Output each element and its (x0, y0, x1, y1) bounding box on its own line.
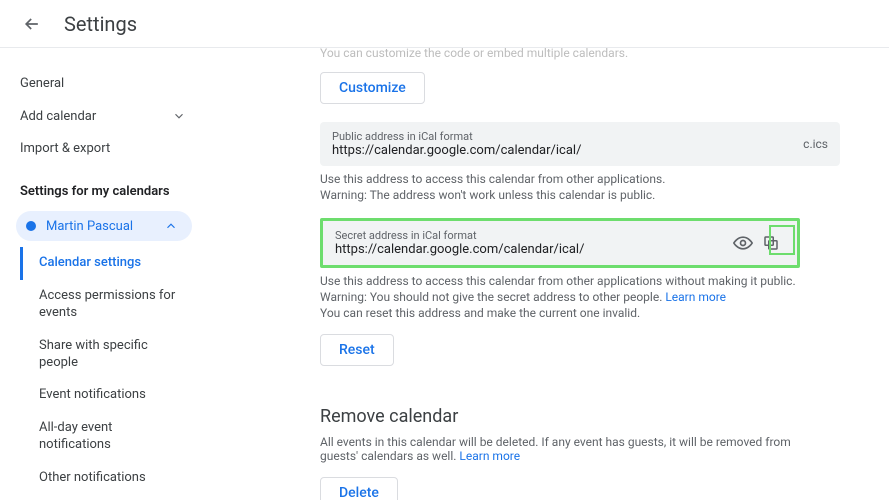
calendar-color-dot (26, 221, 36, 231)
sidebar-section-title: Settings for my calendars (16, 164, 192, 207)
secret-ical-help3: You can reset this address and make the … (320, 306, 800, 320)
secret-ical-highlight: Secret address in iCal format https://ca… (320, 218, 800, 268)
chevron-down-icon (170, 107, 188, 125)
sublink-event-notifications[interactable]: Event notifications (20, 379, 192, 412)
learn-more-link-remove[interactable]: Learn more (459, 449, 520, 463)
secret-ical-label: Secret address in iCal format (335, 229, 729, 242)
public-ical-help1: Use this address to access this calendar… (320, 172, 800, 186)
remove-calendar-help: All events in this calendar will be dele… (320, 435, 800, 463)
copy-icon[interactable] (757, 229, 785, 257)
secret-ical-help2: Warning: You should not give the secret … (320, 290, 800, 304)
customize-button[interactable]: Customize (320, 72, 425, 104)
public-ical-label: Public address in iCal format (332, 130, 795, 143)
sidebar-sublinks: Calendar settings Access permissions for… (20, 247, 192, 500)
secret-ical-field: Secret address in iCal format https://ca… (323, 221, 797, 265)
sidebar-item-label: Import & export (20, 141, 110, 156)
secret-ical-help1: Use this address to access this calendar… (320, 274, 800, 288)
back-arrow-icon[interactable] (20, 12, 44, 36)
secret-ical-value: https://calendar.google.com/calendar/ica… (335, 242, 729, 257)
public-ical-value: https://calendar.google.com/calendar/ica… (332, 143, 795, 158)
chevron-up-icon (162, 217, 180, 235)
learn-more-link-secret[interactable]: Learn more (665, 290, 726, 304)
sublink-integrate-calendar[interactable]: Integrate calendar (20, 495, 192, 500)
sidebar-calendar-current[interactable]: Martin Pascual (16, 211, 192, 241)
sidebar-item-add-calendar[interactable]: Add calendar (16, 99, 192, 133)
calendar-name: Martin Pascual (46, 219, 133, 234)
delete-button[interactable]: Delete (320, 477, 398, 500)
settings-header: Settings (0, 0, 889, 48)
settings-content: You can customize the code or embed mult… (200, 48, 889, 500)
sublink-allday-notifications[interactable]: All-day event notifications (20, 412, 192, 462)
public-ical-help2: Warning: The address won't work unless t… (320, 188, 800, 202)
sublink-other-notifications[interactable]: Other notifications (20, 462, 192, 495)
sublink-share-specific[interactable]: Share with specific people (20, 330, 192, 380)
sidebar-item-label: General (20, 76, 64, 91)
sidebar-item-import-export[interactable]: Import & export (16, 133, 192, 164)
public-ical-suffix: c.ics (803, 137, 828, 151)
public-ical-field: Public address in iCal format https://ca… (320, 122, 840, 166)
reveal-eye-icon[interactable] (729, 229, 757, 257)
remove-calendar-heading: Remove calendar (320, 406, 859, 427)
sidebar-item-label: Add calendar (20, 109, 96, 124)
reset-button[interactable]: Reset (320, 334, 394, 366)
sublink-calendar-settings[interactable]: Calendar settings (20, 247, 192, 280)
settings-sidebar: General Add calendar Import & export Set… (0, 48, 200, 500)
truncated-help-text: You can customize the code or embed mult… (320, 48, 859, 60)
page-title: Settings (64, 12, 137, 36)
sublink-access-permissions[interactable]: Access permissions for events (20, 280, 192, 330)
sidebar-item-general[interactable]: General (16, 68, 192, 99)
